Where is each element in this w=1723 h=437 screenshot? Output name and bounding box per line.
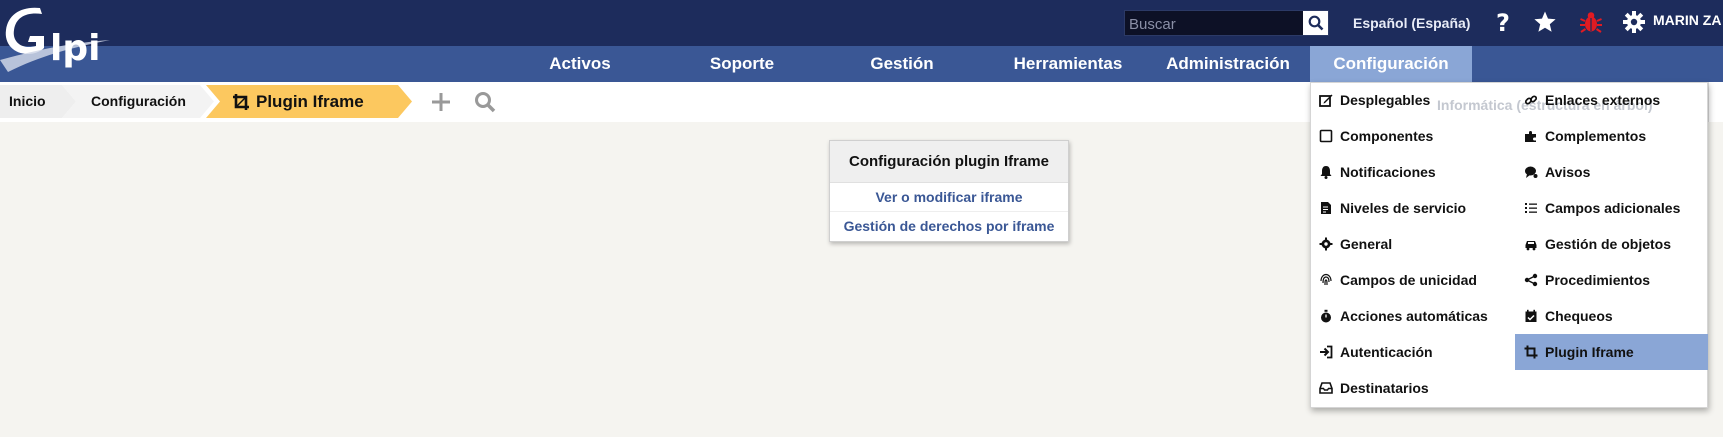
menu-label: Plugin Iframe: [1545, 344, 1634, 360]
menu-gestion-de-objetos[interactable]: Gestión de objetos: [1515, 226, 1708, 262]
svg-text:lpi: lpi: [50, 28, 100, 69]
file-contract-icon: [1321, 202, 1331, 214]
breadcrumb-current[interactable]: Plugin Iframe: [232, 85, 364, 118]
top-header: Buscar Español (España) ? MARIN ZA: [0, 0, 1723, 46]
menu-destinatarios[interactable]: Destinatarios: [1316, 370, 1514, 406]
car-icon: [1525, 241, 1537, 251]
menu-label: Componentes: [1340, 128, 1434, 144]
main-nav: Activos Soporte Gestión Herramientas Adm…: [0, 46, 1723, 82]
share-icon: [1524, 273, 1538, 287]
nav-gestion[interactable]: Gestión: [844, 46, 960, 82]
bell-icon: [1320, 166, 1332, 179]
menu-label: Campos de unicidad: [1340, 272, 1477, 288]
menu-avisos[interactable]: Avisos: [1515, 154, 1708, 190]
menu-label: Acciones automáticas: [1340, 308, 1488, 324]
view-edit-iframe-link[interactable]: Ver o modificar iframe: [830, 183, 1068, 212]
user-menu[interactable]: MARIN ZA: [1653, 12, 1721, 28]
menu-enlaces-externos[interactable]: Enlaces externos: [1515, 82, 1708, 118]
svg-text:?: ?: [1496, 10, 1510, 34]
language-selector[interactable]: Español (España): [1353, 15, 1470, 31]
menu-autenticacion[interactable]: Autenticación: [1316, 334, 1514, 370]
menu-complementos[interactable]: Complementos: [1515, 118, 1708, 154]
menu-label: Destinatarios: [1340, 380, 1429, 396]
search-placeholder: Buscar: [1129, 16, 1176, 33]
comment-icon: [1525, 166, 1538, 178]
menu-procedimientos[interactable]: Procedimientos: [1515, 262, 1708, 298]
menu-label: Procedimientos: [1545, 272, 1651, 288]
menu-label: Chequeos: [1545, 308, 1613, 324]
menu-general[interactable]: General: [1316, 226, 1514, 262]
menu-label: Niveles de servicio: [1340, 200, 1467, 216]
puzzle-icon: [1525, 131, 1536, 142]
menu-label: Campos adicionales: [1545, 200, 1681, 216]
fingerprint-icon: [1320, 273, 1332, 286]
search-icon: [1308, 15, 1323, 31]
crop-icon: [1524, 345, 1538, 359]
glpi-logo[interactable]: lpi: [0, 0, 118, 82]
menu-label: Autenticación: [1340, 344, 1433, 360]
menu-label: Enlaces externos: [1545, 92, 1661, 108]
star-icon[interactable]: [1532, 9, 1558, 35]
inbox-icon: [1319, 382, 1333, 394]
calendar-check-icon: [1525, 309, 1537, 322]
nav-herramientas[interactable]: Herramientas: [998, 46, 1138, 82]
menu-notificaciones[interactable]: Notificaciones: [1316, 154, 1514, 190]
nav-soporte[interactable]: Soporte: [680, 46, 804, 82]
plugin-config-card: Configuración plugin Iframe Ver o modifi…: [829, 140, 1069, 242]
menu-niveles-de-servicio[interactable]: Niveles de servicio: [1316, 190, 1514, 226]
iframe-rights-link[interactable]: Gestión de derechos por iframe: [830, 212, 1068, 241]
menu-chequeos[interactable]: Chequeos: [1515, 298, 1708, 334]
stopwatch-icon: [1321, 309, 1331, 323]
search-input[interactable]: Buscar: [1124, 10, 1329, 36]
nav-configuracion[interactable]: Configuración: [1310, 46, 1472, 82]
add-icon[interactable]: [430, 91, 452, 113]
menu-label: Complementos: [1545, 128, 1647, 144]
nav-activos[interactable]: Activos: [520, 46, 640, 82]
menu-label: Avisos: [1545, 164, 1591, 180]
nav-administracion[interactable]: Administración: [1158, 46, 1298, 82]
cog-icon: [1319, 237, 1333, 251]
menu-acciones-automaticas[interactable]: Acciones automáticas: [1316, 298, 1514, 334]
crop-icon: [233, 93, 249, 110]
menu-campos-de-unicidad[interactable]: Campos de unicidad: [1316, 262, 1514, 298]
search-icon[interactable]: [473, 90, 497, 114]
breadcrumb-inicio[interactable]: Inicio: [9, 85, 46, 118]
menu-label: Desplegables: [1340, 92, 1431, 108]
link-icon: [1524, 95, 1538, 105]
menu-label: Notificaciones: [1340, 164, 1436, 180]
menu-label: Gestión de objetos: [1545, 236, 1672, 252]
gear-icon[interactable]: [1621, 9, 1647, 35]
help-icon[interactable]: ?: [1490, 9, 1516, 35]
square-icon: [1319, 129, 1333, 143]
menu-plugin-iframe[interactable]: Plugin Iframe: [1515, 334, 1708, 370]
menu-campos-adicionales[interactable]: Campos adicionales: [1515, 190, 1708, 226]
card-title: Configuración plugin Iframe: [830, 141, 1068, 183]
sign-in-icon: [1320, 345, 1333, 359]
scroll-edge: [1708, 82, 1723, 122]
menu-componentes[interactable]: Componentes: [1316, 118, 1514, 154]
menu-label: General: [1340, 236, 1393, 252]
breadcrumb-current-label: Plugin Iframe: [256, 92, 364, 111]
menu-desplegables[interactable]: Desplegables: [1316, 82, 1514, 118]
search-button[interactable]: [1303, 11, 1328, 35]
bug-icon[interactable]: [1578, 9, 1604, 35]
breadcrumb-configuracion[interactable]: Configuración: [91, 85, 186, 118]
edit-icon: [1319, 94, 1333, 107]
list-icon: [1525, 203, 1537, 213]
